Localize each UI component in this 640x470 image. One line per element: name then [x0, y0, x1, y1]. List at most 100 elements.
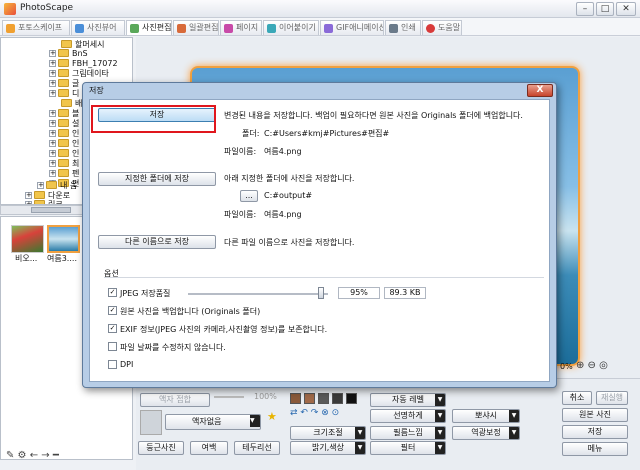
auto-level-button[interactable]: 자동 레벨 — [370, 393, 446, 407]
expand-icon[interactable]: + — [49, 130, 56, 137]
color-swatch[interactable] — [346, 393, 357, 404]
tab-label: 이어붙이기 — [279, 23, 316, 32]
tree-item[interactable]: + 인 — [49, 139, 79, 149]
jpeg-quality-label: JPEG 저장품질 — [120, 289, 171, 298]
tab-editor[interactable]: 사진편집 — [126, 20, 172, 35]
tree-item[interactable]: + 글 — [49, 79, 79, 89]
expand-icon[interactable]: + — [49, 90, 56, 97]
filter-button[interactable]: 필터 — [370, 441, 446, 455]
frame-slider[interactable] — [214, 396, 244, 398]
tree-item[interactable]: + 디 — [49, 89, 79, 99]
color-swatch[interactable] — [290, 393, 301, 404]
tab-label: 도움말 — [438, 23, 461, 32]
tab-photoscape[interactable]: 포토스케이프 — [2, 20, 70, 35]
menu-button[interactable]: 메뉴 — [562, 442, 628, 456]
expand-icon[interactable]: + — [49, 170, 56, 177]
expand-icon[interactable]: + — [49, 160, 56, 167]
expand-icon[interactable]: + — [49, 80, 56, 87]
expand-icon[interactable]: + — [25, 192, 32, 199]
color-swatch[interactable] — [332, 393, 343, 404]
folder-icon — [58, 129, 69, 137]
frame-merge-button[interactable]: 액자 접합 — [140, 393, 210, 407]
frame-select[interactable]: 액자없음 — [165, 414, 261, 430]
tree-item[interactable]: + 최 — [49, 159, 79, 169]
soft-focus-button[interactable]: 뽀샤시 — [452, 409, 520, 423]
gif-tab-icon — [324, 24, 333, 33]
tree-item[interactable]: + 블 — [49, 109, 79, 119]
color-swatch[interactable] — [304, 393, 315, 404]
jpeg-quality-slider[interactable] — [188, 293, 328, 295]
tree-item[interactable]: + 인 — [49, 149, 79, 159]
tab-label: 인쇄 — [401, 23, 416, 32]
thumbnail-label: 여름3.... — [47, 254, 77, 263]
window-title: PhotoScape — [20, 3, 74, 13]
tab-print[interactable]: 인쇄 — [385, 20, 421, 35]
tree-item[interactable]: + 내 음 — [37, 181, 77, 191]
dpi-checkbox[interactable] — [108, 360, 117, 369]
tree-item[interactable]: 배 — [61, 99, 82, 109]
dialog-body: 저장 변경된 내용을 저장합니다. 백업이 필요하다면 원본 사진을 Origi… — [89, 99, 550, 382]
star-icon[interactable]: ★ — [267, 410, 277, 423]
close-window-button[interactable]: ✕ — [616, 2, 636, 16]
browse-folder-button[interactable]: ... — [240, 190, 258, 202]
backup-checkbox[interactable]: ✓ — [108, 306, 117, 315]
combine-tab-icon — [267, 24, 276, 33]
tab-combine[interactable]: 이어붙이기 — [263, 20, 319, 35]
frame-preview[interactable] — [140, 410, 162, 435]
printer-icon — [389, 24, 398, 33]
expand-icon[interactable]: + — [49, 60, 56, 67]
tab-batch[interactable]: 일괄편집 — [173, 20, 219, 35]
redo-button[interactable]: 재실행 — [596, 391, 628, 405]
jpeg-quality-checkbox[interactable]: ✓ — [108, 288, 117, 297]
save-main-button[interactable]: 저장 — [562, 425, 628, 439]
options-divider — [104, 277, 544, 278]
expand-icon[interactable]: + — [49, 110, 56, 117]
backlight-button[interactable]: 역광보정 — [452, 426, 520, 440]
dialog-close-button[interactable]: X — [527, 84, 553, 97]
jpeg-quality-slider-knob[interactable] — [318, 287, 324, 299]
tree-item[interactable]: + 펜 — [49, 169, 79, 179]
tab-help[interactable]: 도움말 — [422, 20, 462, 35]
rotate-tools-icons[interactable]: ⇄ ↶ ↷ ⊗ ⊙ — [290, 408, 339, 418]
tab-viewer[interactable]: 사진뷰어 — [71, 20, 125, 35]
folder-icon — [58, 79, 69, 87]
sharpen-button[interactable]: 선명하게 — [370, 409, 446, 423]
tree-item[interactable]: + 그림데이타 — [49, 69, 109, 79]
expand-icon[interactable]: + — [49, 70, 56, 77]
margin-button[interactable]: 여백 — [190, 441, 228, 455]
maximize-button[interactable]: □ — [596, 2, 614, 16]
folder-icon — [61, 40, 72, 48]
tree-item[interactable]: + 인 — [49, 129, 79, 139]
expand-icon[interactable]: + — [49, 150, 56, 157]
expand-icon[interactable]: + — [49, 120, 56, 127]
tab-gif[interactable]: GIF애니메이션 — [320, 20, 384, 35]
border-button[interactable]: 테두리선 — [234, 441, 280, 455]
expand-icon[interactable]: + — [37, 182, 44, 189]
minimize-button[interactable]: – — [576, 2, 594, 16]
color-swatch[interactable] — [318, 393, 329, 404]
round-photo-button[interactable]: 둥근사진 — [138, 441, 184, 455]
scroll-thumb[interactable] — [31, 207, 71, 213]
tab-label: 페이지 — [236, 23, 259, 32]
tree-item[interactable]: + 설 — [49, 119, 79, 129]
tab-page[interactable]: 페이지 — [220, 20, 262, 35]
tree-item-label: 인 — [72, 139, 80, 148]
original-photo-button[interactable]: 원본 사진 — [562, 408, 628, 422]
save-as-button[interactable]: 다른 이름으로 저장 — [98, 235, 216, 249]
zoom-icons[interactable]: ⊕ ⊖ ◎ — [576, 360, 608, 371]
tab-label: 일괄편집 — [189, 23, 219, 32]
expand-icon[interactable]: + — [49, 50, 56, 57]
film-effect-button[interactable]: 필름느낌 — [370, 426, 446, 440]
tree-item[interactable]: + FBH_17072 — [49, 59, 118, 69]
expand-icon[interactable]: + — [49, 140, 56, 147]
navigation-icons[interactable]: ✎ ⚙ ← → ━ — [6, 450, 59, 461]
save-to-folder-button[interactable]: 지정한 폴더에 저장 — [98, 172, 216, 186]
exif-checkbox[interactable]: ✓ — [108, 324, 117, 333]
thumbnail-image[interactable] — [11, 225, 44, 253]
thumbnail-image[interactable] — [47, 225, 80, 253]
cancel-button[interactable]: 취소 — [562, 391, 592, 405]
keep-date-checkbox[interactable] — [108, 342, 117, 351]
resize-button[interactable]: 크기조절 — [290, 426, 366, 440]
tree-item[interactable]: + BnS — [49, 49, 88, 59]
brightness-button[interactable]: 밝기,색상 — [290, 441, 366, 455]
